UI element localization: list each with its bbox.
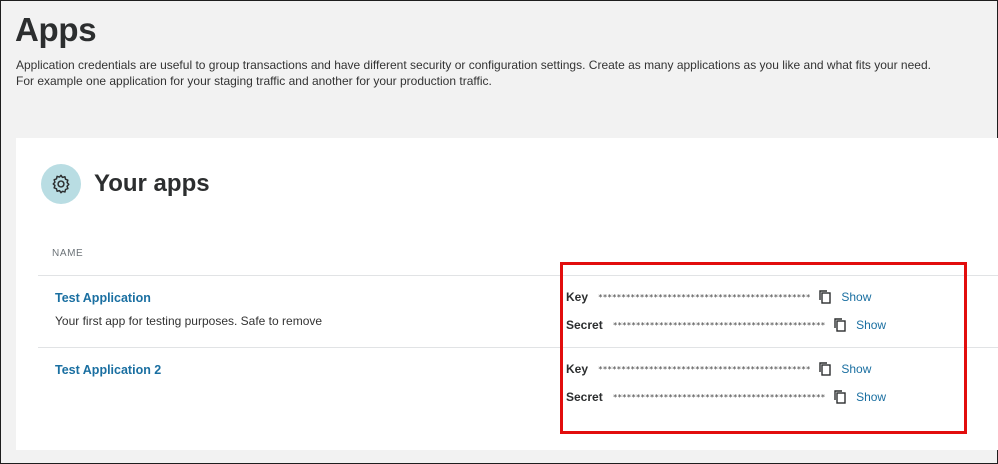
page-title: Apps [15, 11, 97, 48]
app-name-link[interactable]: Test Application 2 [55, 363, 161, 377]
intro-line-1: Application credentials are useful to gr… [16, 58, 931, 72]
column-header-name: NAME [52, 248, 84, 259]
intro-line-2: For example one application for your sta… [16, 74, 492, 88]
app-description: Your first app for testing purposes. Saf… [55, 314, 323, 328]
app-name-link[interactable]: Test Application [55, 291, 151, 305]
apps-card-title: Your apps [94, 170, 210, 197]
apps-card-header: Your apps [41, 164, 210, 204]
page-intro: Application credentials are useful to gr… [16, 57, 976, 89]
gear-icon [41, 164, 81, 204]
highlight-box [560, 262, 967, 434]
